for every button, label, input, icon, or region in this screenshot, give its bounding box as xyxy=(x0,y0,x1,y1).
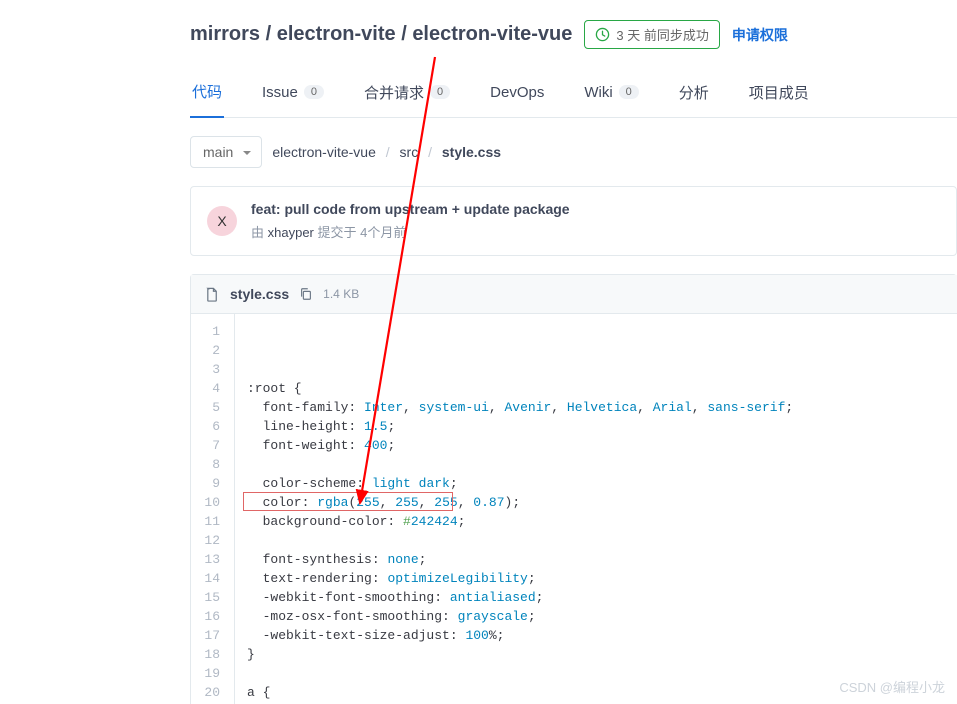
badge: 0 xyxy=(619,85,639,99)
file-panel: style.css 1.4 KB 12345678910111213141516… xyxy=(190,274,957,704)
breadcrumb-current: style.css xyxy=(442,144,501,160)
sync-text: 3 天 前同步成功 xyxy=(616,25,708,44)
breadcrumb-root[interactable]: electron-vite-vue xyxy=(272,144,376,160)
code-viewer: 1234567891011121314151617181920 :root { … xyxy=(191,314,957,704)
repo-org-link[interactable]: mirrors xyxy=(190,23,260,45)
line-numbers: 1234567891011121314151617181920 xyxy=(191,314,235,704)
breadcrumb-folder[interactable]: src xyxy=(400,144,419,160)
latest-commit-box: X feat: pull code from upstream + update… xyxy=(190,186,957,256)
file-breadcrumb: electron-vite-vue / src / style.css xyxy=(272,144,501,160)
branch-selector[interactable]: main xyxy=(190,136,262,168)
sync-status-badge: 3 天 前同步成功 xyxy=(584,20,719,49)
clock-icon xyxy=(595,27,610,42)
copy-icon[interactable] xyxy=(299,287,313,301)
tab-issue[interactable]: Issue0 xyxy=(260,76,326,115)
commit-meta: 由 xhayper 提交于 4个月前 xyxy=(251,222,570,241)
tab-pr[interactable]: 合并请求0 xyxy=(362,74,452,117)
repo-group-link[interactable]: electron-vite xyxy=(277,23,396,45)
tab-code[interactable]: 代码 xyxy=(190,73,224,118)
tab-devops[interactable]: DevOps xyxy=(488,76,546,115)
tab-analysis[interactable]: 分析 xyxy=(677,74,711,117)
repo-path: mirrors / electron-vite / electron-vite-… xyxy=(190,23,572,46)
watermark: CSDN @编程小龙 xyxy=(839,677,945,696)
badge: 0 xyxy=(304,85,324,99)
repo-name-link[interactable]: electron-vite-vue xyxy=(412,23,572,45)
tab-wiki[interactable]: Wiki0 xyxy=(582,76,640,115)
tab-members[interactable]: 项目成员 xyxy=(747,74,811,117)
file-icon xyxy=(205,287,220,302)
apply-permission-link[interactable]: 申请权限 xyxy=(732,25,788,45)
commit-author[interactable]: xhayper xyxy=(268,225,314,240)
file-header: style.css 1.4 KB xyxy=(191,275,957,314)
file-size: 1.4 KB xyxy=(323,287,359,301)
repo-tabs: 代码 Issue0 合并请求0 DevOps Wiki0 分析 项目成员 xyxy=(190,73,957,118)
avatar[interactable]: X xyxy=(207,206,237,236)
file-name: style.css xyxy=(230,286,289,302)
badge: 0 xyxy=(430,85,450,99)
commit-title[interactable]: feat: pull code from upstream + update p… xyxy=(251,201,570,217)
code-content[interactable]: :root { font-family: Inter, system-ui, A… xyxy=(235,314,957,704)
